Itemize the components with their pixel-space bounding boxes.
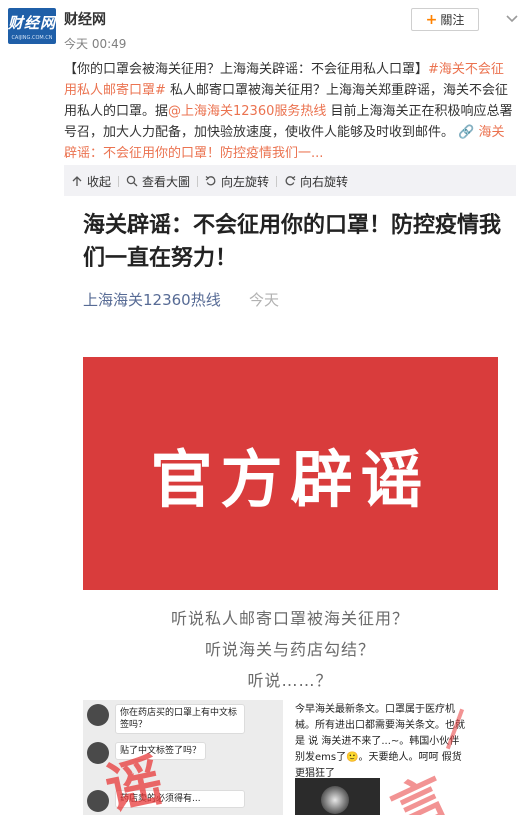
collapse-button[interactable]: 收起 xyxy=(64,173,118,190)
post-text: 【你的口罩会被海关征用？上海海关辟谣：不会征用私人口罩】#海关不会征用私人邮寄口… xyxy=(64,59,516,164)
official-rumor-banner: 官方辟谣 xyxy=(83,357,498,590)
rotate-right-button[interactable]: 向右旋转 xyxy=(277,173,355,190)
chat-screenshot: 你在药店买的口罩上有中文标签吗？ 贴了中文标签了吗？ 药店卖的必须得有... 谣 xyxy=(83,700,283,815)
post-time[interactable]: 今天 00:49 xyxy=(64,35,126,52)
banner-text: 官方辟谣 xyxy=(150,442,431,516)
view-large-button[interactable]: 查看大圖 xyxy=(119,173,197,190)
photo-thumbnail xyxy=(295,778,380,815)
question-1: 听说私人邮寄口罩被海关征用？ xyxy=(170,609,409,628)
rotate-left-icon xyxy=(205,176,216,186)
collapse-label: 收起 xyxy=(87,174,112,189)
rotate-left-button[interactable]: 向左旋转 xyxy=(198,173,276,190)
arrow-up-icon xyxy=(72,176,82,186)
follow-label: 關注 xyxy=(440,13,465,27)
link-icon: 🔗 xyxy=(458,125,475,140)
notice-text: 今早海关最新条文。口罩属于医疗机械。所有进出口都需要海关条文。也就是 说 海关进… xyxy=(295,704,465,779)
article-title: 海关辟谣：不会征用你的口罩！防控疫情我们一直在努力！ xyxy=(83,213,502,271)
notice-screenshot: 今早海关最新条文。口罩属于医疗机械。所有进出口都需要海关条文。也就是 说 海关进… xyxy=(293,700,498,815)
question-3: 听说……？ xyxy=(247,671,333,690)
chevron-down-icon[interactable] xyxy=(506,13,518,26)
view-large-label: 查看大圖 xyxy=(142,174,191,189)
logo-subtext: CAIJING.COM.CN xyxy=(11,35,53,41)
rotate-right-label: 向右旋转 xyxy=(300,174,349,189)
magnifier-icon xyxy=(126,175,138,187)
avatar xyxy=(87,790,109,812)
account-name[interactable]: 财经网 xyxy=(64,9,106,29)
rotate-right-icon xyxy=(285,176,296,186)
photo-light xyxy=(321,786,349,814)
rotate-left-label: 向左旋转 xyxy=(221,174,270,189)
chat-row: 你在药店买的口罩上有中文标签吗？ xyxy=(87,704,245,734)
post-text-headline: 【你的口罩会被海关征用？上海海关辟谣：不会征用私人口罩】 xyxy=(64,62,429,77)
mention-link[interactable]: @上海海关12360服务热线 xyxy=(168,104,326,119)
follow-button[interactable]: + 關注 xyxy=(411,8,479,31)
logo-text: 财经网 xyxy=(8,14,56,32)
plus-icon: + xyxy=(425,11,438,28)
question-2: 听说海关与药店勾结？ xyxy=(204,640,375,659)
media-toolbar: 收起 查看大圖 向左旋转 向右旋转 xyxy=(64,170,516,192)
avatar xyxy=(87,704,109,726)
account-avatar-logo[interactable]: 财经网 CAIJING.COM.CN xyxy=(8,8,56,44)
article-source: 上海海关12360热线 xyxy=(83,291,221,309)
article-date: 今天 xyxy=(249,291,280,309)
chat-bubble: 你在药店买的口罩上有中文标签吗？ xyxy=(115,704,245,734)
